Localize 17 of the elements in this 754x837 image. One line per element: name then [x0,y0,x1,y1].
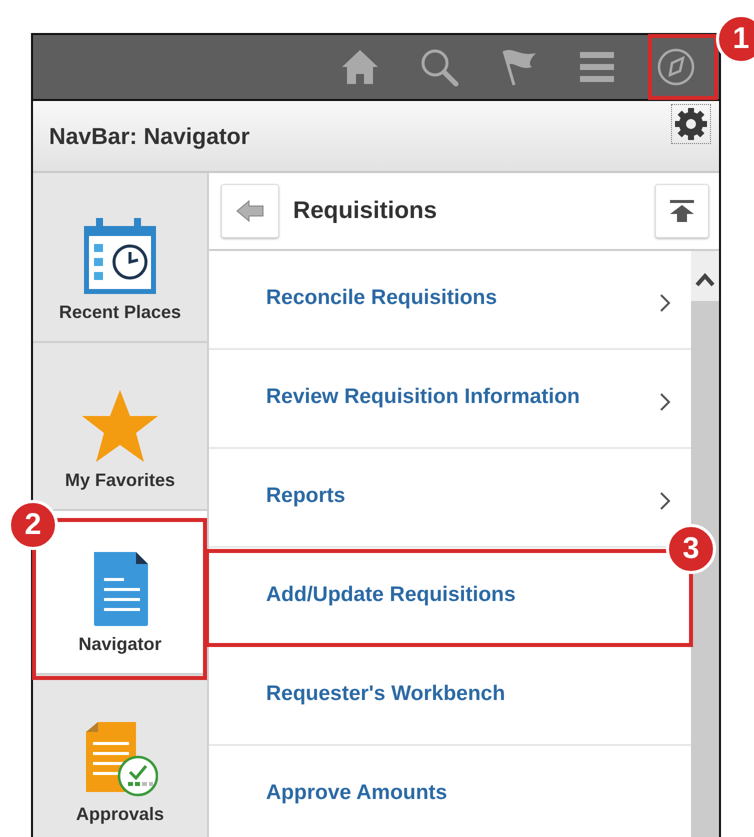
back-button[interactable] [221,184,279,238]
calendar-clock-icon [82,216,158,296]
panel-title: Requisitions [293,197,438,225]
search-icon [418,47,458,87]
step-badge: 1 [716,14,754,64]
settings-icon [674,107,708,141]
settings-button[interactable] [671,104,711,144]
home-icon [340,48,380,86]
scroll-up-icon [695,273,715,287]
back-arrow-icon [235,199,265,223]
star-icon [80,388,160,464]
step-badge: 2 [8,500,58,550]
scroll-top-icon [670,200,694,222]
page-title: NavBar: Navigator [49,122,250,150]
scroll-top-button[interactable] [655,184,709,238]
compass-icon [656,47,696,87]
menu-icon [580,51,614,83]
